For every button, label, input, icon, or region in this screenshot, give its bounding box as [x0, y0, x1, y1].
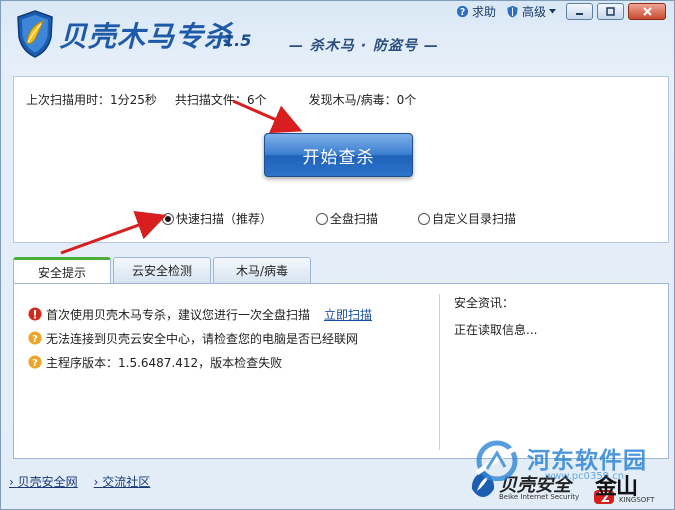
help-icon: ?	[456, 5, 469, 18]
question-icon: ?	[28, 331, 42, 345]
tab-label: 木马/病毒	[235, 264, 289, 278]
last-scan-time-label: 上次扫描用时：	[26, 93, 111, 107]
tab-trojan-virus[interactable]: 木马/病毒	[213, 257, 311, 283]
advanced-menu[interactable]: 高级	[506, 3, 556, 20]
radio-label: 快速扫描（推荐）	[176, 212, 273, 226]
question-icon: ?	[28, 355, 42, 369]
shield-icon	[507, 5, 518, 18]
kingsoft-brand-en: KINGSOFT	[619, 496, 655, 504]
list-item: 首次使用贝壳木马专杀，建议您进行一次全盘扫描 立即扫描	[28, 302, 372, 326]
close-icon	[642, 7, 652, 16]
last-scan-time-value: 1分25秒	[110, 93, 157, 107]
files-scanned-value: 6个	[246, 93, 267, 107]
watermark: 河东软件园 www.pc0359.cn	[471, 439, 671, 482]
svg-text:?: ?	[32, 334, 38, 345]
scan-stats: 上次扫描用时： 1分25秒 共扫描文件： 6个 发现木马/病毒： 0个	[26, 91, 416, 108]
topbar: ? 求助 高级	[456, 3, 666, 20]
close-button[interactable]	[628, 3, 666, 20]
news-title: 安全资讯：	[454, 296, 515, 310]
beike-brand-en: Beike Internet Security	[499, 493, 580, 501]
minimize-icon	[576, 13, 583, 15]
app-title: 贝壳木马专杀	[59, 20, 234, 53]
scan-now-link[interactable]: 立即扫描	[324, 306, 372, 323]
minimize-button[interactable]	[566, 3, 593, 20]
start-scan-button[interactable]: 开始查杀	[264, 133, 413, 177]
beike-security-link[interactable]: 贝壳安全网	[9, 473, 78, 490]
scan-panel: 上次扫描用时： 1分25秒 共扫描文件： 6个 发现木马/病毒： 0个 开始查杀…	[13, 76, 669, 243]
shield-logo-icon	[17, 10, 53, 58]
radio-quick-scan[interactable]: 快速扫描（推荐）	[162, 210, 272, 227]
error-icon	[28, 307, 42, 321]
radio-dot	[316, 212, 329, 225]
main-window: 贝壳木马专杀 1.5 — 杀木马 · 防盗号 — ? 求助 高级 上次扫描用时：…	[0, 0, 675, 510]
chevron-down-icon	[549, 9, 556, 14]
help-label: 求助	[471, 5, 496, 19]
header: 贝壳木马专杀 1.5 — 杀木马 · 防盗号 — ? 求助 高级	[1, 1, 674, 69]
tab-label: 安全提示	[37, 265, 86, 280]
info-panel: 首次使用贝壳木马专杀，建议您进行一次全盘扫描 立即扫描 ? 无法连接到贝壳云安全…	[13, 283, 669, 459]
app-version: 1.5	[223, 31, 252, 50]
help-link[interactable]: ? 求助	[456, 3, 496, 20]
tip-text: 首次使用贝壳木马专杀，建议您进行一次全盘扫描	[46, 307, 311, 322]
advanced-label: 高级	[521, 5, 546, 19]
news-body: 正在读取信息...	[454, 323, 538, 337]
radio-dot-selected	[162, 212, 174, 225]
footer: 贝壳安全网 交流社区	[9, 473, 151, 490]
svg-text:?: ?	[32, 358, 38, 369]
found-value: 0个	[396, 93, 417, 107]
found-label: 发现木马/病毒：	[308, 93, 397, 107]
community-link[interactable]: 交流社区	[94, 473, 150, 490]
files-scanned-label: 共扫描文件：	[174, 93, 247, 107]
watermark-text: 河东软件园	[527, 448, 647, 474]
tips-list: 首次使用贝壳木马专杀，建议您进行一次全盘扫描 立即扫描 ? 无法连接到贝壳云安全…	[28, 302, 372, 374]
watermark-url: www.pc0359.cn	[545, 471, 625, 482]
app-slogan: — 杀木马 · 防盗号 —	[289, 38, 439, 54]
radio-label: 自定义目录扫描	[432, 212, 517, 226]
list-item: ? 无法连接到贝壳云安全中心，请检查您的电脑是否已经联网	[28, 326, 372, 350]
radio-label: 全盘扫描	[330, 212, 379, 226]
tip-text: 无法连接到贝壳云安全中心，请检查您的电脑是否已经联网	[46, 331, 359, 346]
svg-text:?: ?	[460, 7, 465, 18]
scan-options: 快速扫描（推荐） 全盘扫描 自定义目录扫描	[162, 210, 516, 227]
list-item: ? 主程序版本：1.5.6487.412，版本检查失败	[28, 350, 372, 374]
tip-text: 主程序版本：1.5.6487.412，版本检查失败	[46, 355, 283, 370]
tab-security-tips[interactable]: 安全提示	[13, 257, 111, 284]
maximize-icon	[606, 7, 615, 16]
watermark-logo-icon	[475, 440, 523, 481]
divider	[439, 294, 440, 450]
tab-bar: 安全提示 云安全检测 木马/病毒	[13, 257, 313, 284]
tab-cloud-check[interactable]: 云安全检测	[113, 257, 211, 283]
radio-full-scan[interactable]: 全盘扫描	[316, 210, 378, 227]
maximize-button[interactable]	[597, 3, 624, 20]
radio-dot	[418, 212, 431, 225]
radio-custom-scan[interactable]: 自定义目录扫描	[418, 210, 516, 227]
tab-label: 云安全检测	[131, 264, 192, 278]
